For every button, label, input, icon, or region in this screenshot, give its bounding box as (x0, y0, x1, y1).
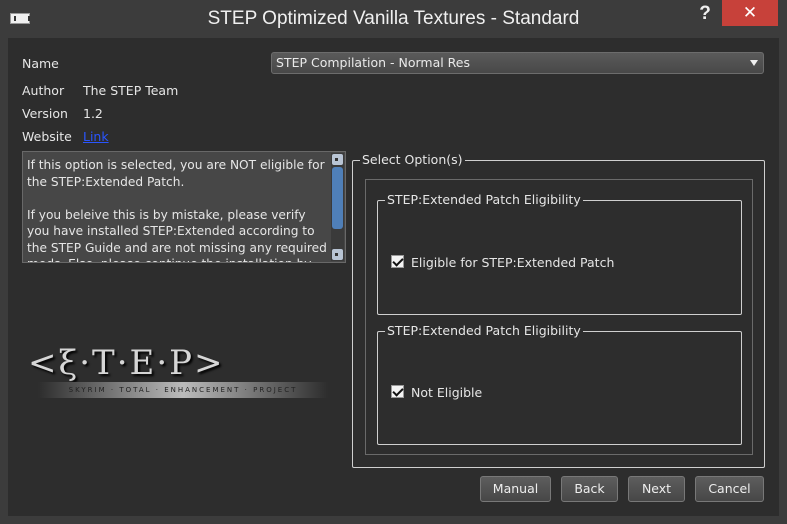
help-button[interactable]: ? (690, 2, 720, 26)
eligibility-group-1-title: STEP:Extended Patch Eligibility (385, 192, 583, 208)
chevron-down-icon[interactable] (750, 60, 758, 66)
select-options-group: Select Option(s) STEP:Extended Patch Eli… (352, 152, 765, 468)
close-button[interactable]: ✕ (722, 0, 778, 26)
version-label: Version (22, 106, 68, 121)
step-logo: <ξ·Τ·Ε·Ρ> SKYRIM · TOTAL · ENHANCEMENT ·… (28, 343, 336, 399)
version-value: 1.2 (83, 106, 103, 121)
website-link[interactable]: Link (83, 129, 109, 144)
step-logo-glyphs: <ξ·Τ·Ε·Ρ> (28, 343, 225, 383)
scroll-thumb[interactable] (332, 167, 343, 229)
eligibility-group-2-title: STEP:Extended Patch Eligibility (385, 323, 583, 339)
website-label: Website (22, 129, 72, 144)
not-eligible-checkbox-label[interactable]: Not Eligible (411, 385, 482, 400)
cancel-button[interactable]: Cancel (695, 476, 764, 502)
eligible-checkbox-label[interactable]: Eligible for STEP:Extended Patch (411, 255, 614, 270)
compilation-select[interactable]: STEP Compilation - Normal Res (271, 52, 764, 74)
description-scrollbar[interactable] (331, 153, 344, 261)
eligible-checkbox[interactable] (391, 255, 404, 268)
name-label: Name (22, 56, 59, 71)
description-box[interactable]: If this option is selected, you are NOT … (22, 151, 346, 263)
title-bar: STEP Optimized Vanilla Textures - Standa… (0, 0, 787, 38)
not-eligible-checkbox[interactable] (391, 385, 404, 398)
compilation-select-value: STEP Compilation - Normal Res (276, 55, 471, 70)
window-title: STEP Optimized Vanilla Textures - Standa… (207, 8, 580, 29)
select-options-title: Select Option(s) (360, 152, 465, 168)
step-logo-subtitle: SKYRIM · TOTAL · ENHANCEMENT · PROJECT (38, 382, 328, 398)
eligibility-group-1: STEP:Extended Patch Eligibility Eligible… (377, 192, 742, 315)
manual-button[interactable]: Manual (480, 476, 551, 502)
author-value: The STEP Team (83, 83, 179, 98)
description-text: If this option is selected, you are NOT … (27, 158, 327, 262)
eligibility-group-2: STEP:Extended Patch Eligibility Not Elig… (377, 323, 742, 445)
installer-pane: Name STEP Compilation - Normal Res Autho… (8, 38, 779, 516)
options-frame: STEP:Extended Patch Eligibility Eligible… (365, 179, 753, 455)
back-button[interactable]: Back (561, 476, 618, 502)
scroll-down-button[interactable] (332, 249, 343, 260)
next-button[interactable]: Next (628, 476, 685, 502)
author-label: Author (22, 83, 65, 98)
scroll-up-button[interactable] (332, 154, 343, 165)
